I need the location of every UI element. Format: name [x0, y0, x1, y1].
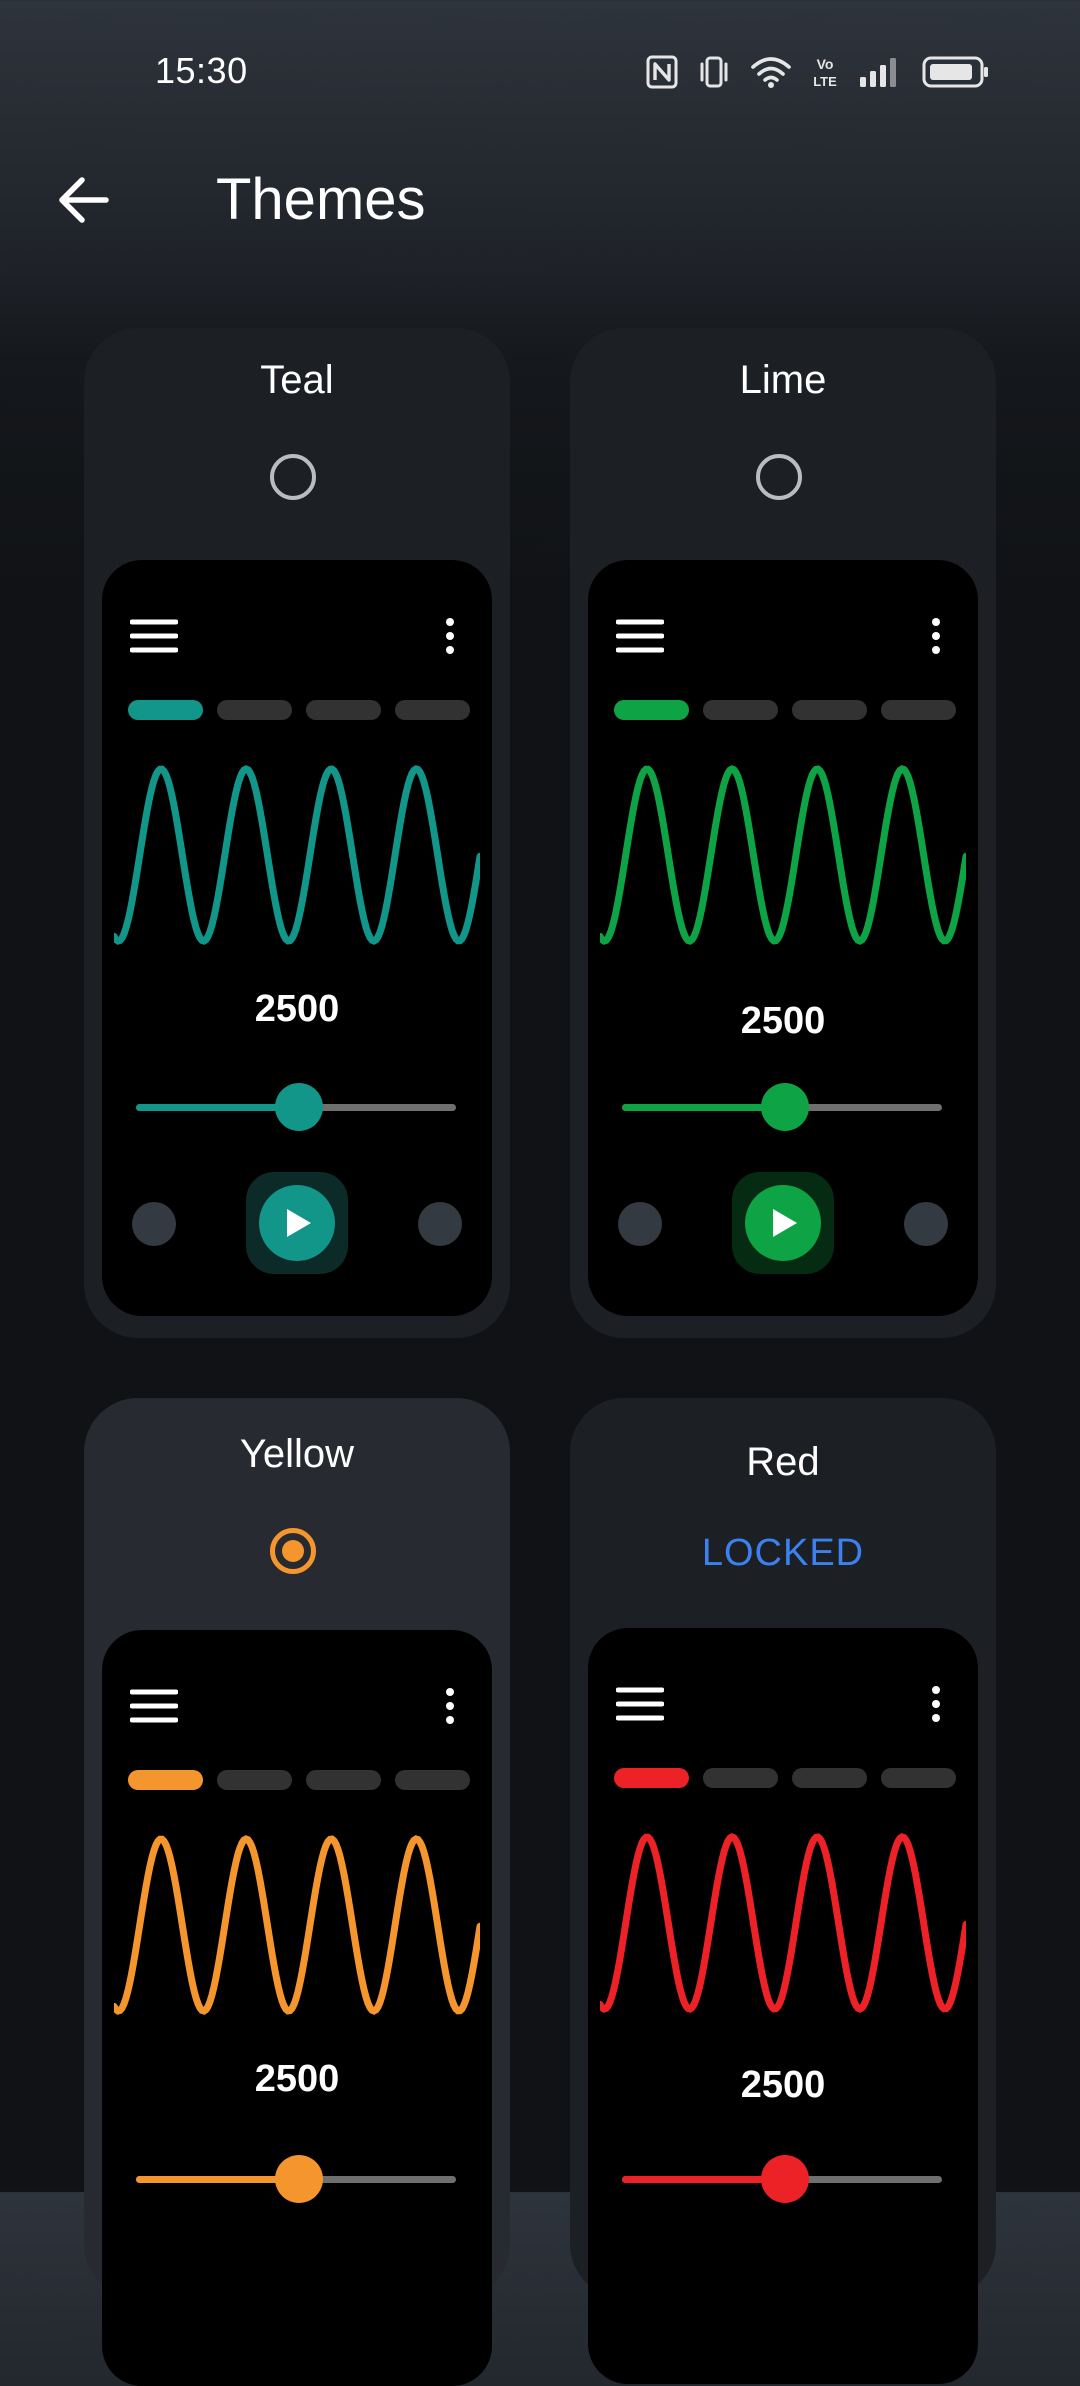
- locked-label: LOCKED: [701, 1532, 865, 1574]
- status-time: 15:30: [155, 50, 248, 91]
- slider-thumb: [761, 1083, 810, 1131]
- preview-tab-active: [614, 1768, 689, 1788]
- preview-slider: [136, 2154, 456, 2204]
- preview-prev-dot: [618, 1202, 662, 1246]
- preview-value: 2500: [740, 1000, 826, 1042]
- menu-icon: [616, 1687, 664, 1721]
- menu-icon: [130, 1689, 178, 1723]
- more-vert-icon: [446, 1688, 454, 1724]
- preview-waveform: [600, 1833, 966, 2013]
- more-vert-icon: [446, 618, 454, 654]
- more-vert-icon: [932, 618, 940, 654]
- theme-name: Yellow: [239, 1432, 355, 1476]
- preview-tabs: [128, 1770, 470, 1790]
- theme-name: Lime: [739, 358, 827, 402]
- preview-tabs: [614, 1768, 956, 1788]
- preview-tab-active: [614, 700, 689, 720]
- more-vert-icon: [932, 1686, 940, 1722]
- page-title: Themes: [216, 167, 426, 232]
- theme-card-red[interactable]: Red LOCKED 2500: [570, 1398, 996, 2384]
- menu-icon: [130, 619, 178, 653]
- preview-tab: [395, 700, 470, 720]
- theme-card-teal[interactable]: Teal 2500: [84, 328, 510, 1338]
- preview-waveform: [600, 765, 966, 945]
- theme-preview: 2500: [588, 1628, 978, 2384]
- preview-tab: [703, 700, 778, 720]
- arrow-back-icon: [59, 177, 109, 223]
- preview-value: 2500: [254, 2058, 340, 2100]
- theme-card-yellow[interactable]: Yellow 2500: [84, 1398, 510, 2386]
- nfc-icon: [646, 55, 678, 89]
- vibrate-icon: [700, 56, 728, 88]
- theme-preview: 2500: [588, 560, 978, 1316]
- preview-tab: [306, 1770, 381, 1790]
- preview-slider: [136, 1082, 456, 1132]
- theme-radio[interactable]: [270, 454, 316, 500]
- theme-radio-checked[interactable]: [270, 1528, 316, 1574]
- play-icon: [287, 1209, 311, 1237]
- volte-top-text: Vo: [817, 56, 834, 72]
- preview-tab: [881, 700, 956, 720]
- signal-icon: [860, 58, 896, 87]
- theme-name: Teal: [260, 358, 334, 402]
- preview-play-container: [732, 1172, 834, 1274]
- theme-preview: 2500: [102, 1630, 492, 2386]
- play-icon: [773, 1209, 797, 1237]
- preview-tab: [703, 1768, 778, 1788]
- preview-tab-active: [128, 700, 203, 720]
- preview-tab: [792, 1768, 867, 1788]
- status-icons: Vo LTE: [646, 50, 990, 94]
- slider-thumb: [275, 2155, 324, 2203]
- preview-tabs: [128, 700, 470, 720]
- app-bar: Themes: [0, 150, 1080, 250]
- preview-play-button: [745, 1185, 821, 1261]
- preview-slider: [622, 2154, 942, 2204]
- preview-tab: [792, 700, 867, 720]
- volte-bottom-text: LTE: [813, 74, 837, 89]
- theme-preview: 2500: [102, 560, 492, 1316]
- preview-tab: [217, 1770, 292, 1790]
- battery-icon: [922, 56, 988, 88]
- preview-prev-dot: [132, 1202, 176, 1246]
- preview-slider: [622, 1082, 942, 1132]
- preview-tabs: [614, 700, 956, 720]
- preview-value: 2500: [254, 988, 340, 1030]
- preview-play-container: [246, 1172, 348, 1274]
- preview-value: 2500: [740, 2064, 826, 2106]
- preview-waveform: [114, 1835, 480, 2015]
- slider-thumb: [275, 1083, 324, 1131]
- preview-waveform: [114, 765, 480, 945]
- preview-tab-active: [128, 1770, 203, 1790]
- wifi-icon: [751, 57, 791, 88]
- preview-tab: [881, 1768, 956, 1788]
- status-bar: 15:30 Vo LTE: [0, 0, 1080, 140]
- volte-icon: Vo LTE: [813, 56, 837, 89]
- preview-tab: [217, 700, 292, 720]
- theme-name: Red: [746, 1440, 820, 1484]
- back-button[interactable]: [50, 170, 116, 230]
- theme-card-lime[interactable]: Lime 2500: [570, 328, 996, 1338]
- preview-play-button: [259, 1185, 335, 1261]
- preview-next-dot: [904, 1202, 948, 1246]
- menu-icon: [616, 619, 664, 653]
- preview-tab: [306, 700, 381, 720]
- preview-tab: [395, 1770, 470, 1790]
- theme-radio[interactable]: [756, 454, 802, 500]
- slider-thumb: [761, 2155, 810, 2203]
- preview-next-dot: [418, 1202, 462, 1246]
